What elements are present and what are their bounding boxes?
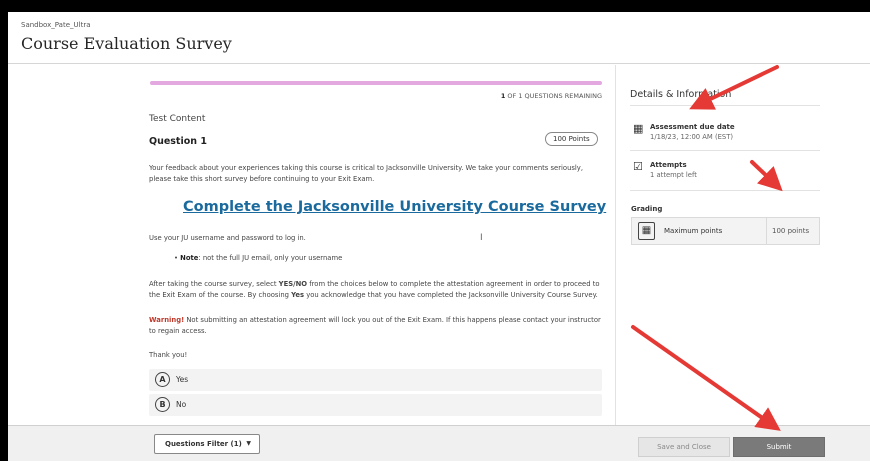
remaining-text: OF 1 QUESTIONS REMAINING — [505, 92, 602, 100]
section-label: Test Content — [149, 114, 206, 124]
login-text: Use your JU username and password to log… — [149, 234, 306, 242]
filter-label: Questions Filter (1) — [165, 440, 242, 448]
progress-bar — [150, 81, 602, 85]
max-points-separator — [766, 218, 767, 244]
max-points-row: ▦ Maximum points 100 points — [631, 217, 820, 245]
attest-yes-no: YES/NO — [278, 280, 308, 288]
page-title: Course Evaluation Survey — [21, 34, 232, 53]
choice-label-no: No — [176, 400, 187, 409]
questions-remaining: 1 OF 1 QUESTIONS REMAINING — [501, 92, 602, 100]
details-separator — [630, 105, 820, 106]
choice-letter-a: A — [155, 372, 170, 387]
save-and-close-button[interactable]: Save and Close — [638, 437, 730, 457]
checkbox-icon: ☑ — [633, 160, 643, 173]
page-header: Sandbox_Pate_Ultra Course Evaluation Sur… — [8, 12, 870, 64]
survey-link[interactable]: Complete the Jacksonville University Cou… — [183, 199, 606, 215]
warning-label: Warning! — [149, 316, 185, 324]
attest-yes: Yes — [291, 291, 305, 299]
note-label: Note — [180, 254, 199, 262]
attempts-value: 1 attempt left — [650, 171, 697, 179]
due-date-value: 1/18/23, 12:00 AM (EST) — [650, 133, 734, 141]
warning-body: Not submitting an attestation agreement … — [149, 316, 601, 335]
attest-part-3: you acknowledge that you have completed … — [304, 291, 598, 299]
grading-label: Grading — [631, 205, 663, 213]
app-window: Sandbox_Pate_Ultra Course Evaluation Sur… — [8, 12, 870, 461]
questions-filter-button[interactable]: Questions Filter (1) ▼ — [154, 434, 260, 454]
details-title: Details & Information — [630, 89, 732, 100]
assessment-content: 1 OF 1 QUESTIONS REMAINING Test Content … — [8, 65, 870, 425]
attestation-text: After taking the course survey, select Y… — [149, 279, 604, 301]
max-points-value: 100 points — [772, 227, 810, 235]
choice-letter-b: B — [155, 397, 170, 412]
breadcrumb[interactable]: Sandbox_Pate_Ultra — [21, 21, 91, 29]
caret-down-icon: ▼ — [246, 440, 251, 447]
intro-text: Your feedback about your experiences tak… — [149, 164, 583, 183]
choice-label-yes: Yes — [176, 375, 189, 384]
due-date-label: Assessment due date — [650, 123, 735, 131]
choice-yes[interactable]: A Yes — [149, 369, 602, 391]
attempts-separator — [630, 190, 820, 191]
max-points-label: Maximum points — [664, 227, 723, 235]
points-badge: 100 Points — [545, 132, 598, 146]
note-text: : not the full JU email, only your usern… — [198, 254, 343, 262]
text-cursor-icon: I — [480, 233, 483, 243]
footer-bar: Questions Filter (1) ▼ Save and Close Su… — [8, 425, 870, 461]
due-separator — [630, 150, 820, 151]
choice-no[interactable]: B No — [149, 394, 602, 416]
calculator-icon: ▦ — [638, 222, 655, 240]
warning-text: Warning! Not submitting an attestation a… — [149, 315, 604, 337]
attest-part-1: After taking the course survey, select — [149, 280, 279, 288]
note-bullet: • Note: not the full JU email, only your… — [174, 254, 343, 262]
sidebar-divider — [615, 65, 616, 425]
question-title: Question 1 — [149, 136, 207, 147]
calendar-icon: ▦ — [633, 122, 644, 135]
attempts-label: Attempts — [650, 161, 687, 169]
submit-button[interactable]: Submit — [733, 437, 825, 457]
thanks-text: Thank you! — [149, 351, 188, 359]
